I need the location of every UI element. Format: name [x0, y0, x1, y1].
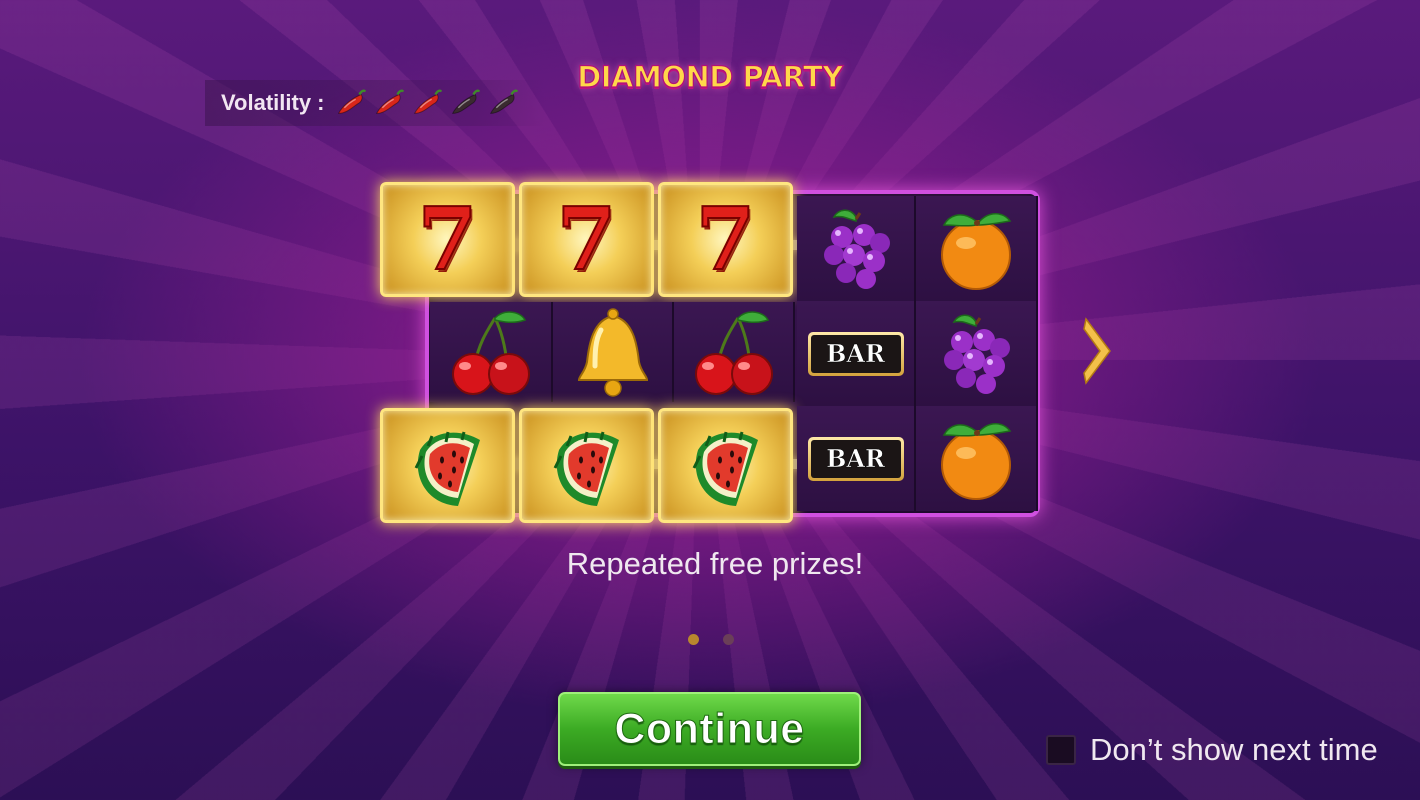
orange-icon — [941, 422, 1011, 500]
orange-icon — [941, 212, 1011, 290]
reel-cell — [380, 408, 515, 523]
caption-text: Repeated free prizes! — [566, 546, 864, 581]
grapes-icon — [822, 208, 891, 290]
reel-cell — [916, 196, 1038, 301]
watermelon-icon — [692, 430, 759, 507]
seven-symbol: 7 — [695, 188, 757, 290]
pagination-dot[interactable] — [723, 634, 734, 645]
pagination-dots — [688, 634, 734, 645]
bar-symbol-text: BAR — [810, 439, 901, 478]
volatility-label: Volatility : — [221, 90, 325, 115]
seven-symbol: 7 — [556, 188, 618, 290]
bar-symbol: BAR — [807, 436, 904, 481]
next-arrow-icon[interactable] — [1080, 315, 1114, 387]
reel-cell — [519, 408, 654, 523]
reel-cell — [658, 408, 793, 523]
reel-cell — [916, 406, 1038, 511]
dont-show-toggle[interactable]: Don’t show next time — [1046, 732, 1378, 768]
chili-pepper-icon — [374, 89, 404, 115]
reel-cell: BAR — [797, 301, 916, 406]
reel-cell — [916, 301, 1038, 406]
seven-symbol: 7 — [417, 188, 479, 290]
bar-symbol: BAR — [807, 331, 904, 376]
dont-show-checkbox[interactable] — [1046, 735, 1076, 765]
dont-show-label: Don’t show next time — [1090, 732, 1378, 767]
watermelon-icon — [414, 430, 481, 507]
reel-cell — [430, 302, 553, 402]
chili-pepper-empty-icon — [450, 89, 480, 115]
bell-icon — [567, 306, 659, 398]
pagination-dot[interactable] — [688, 634, 699, 645]
reel-cell — [674, 302, 795, 402]
chili-pepper-icon — [412, 89, 442, 115]
reel-cell — [797, 196, 916, 301]
game-title: DIAMOND PARTY — [577, 59, 844, 94]
reel-cell: BAR — [797, 406, 916, 511]
cherry-icon — [694, 310, 773, 396]
reel-cell: 7 — [380, 182, 515, 297]
grapes-icon — [942, 313, 1012, 395]
chili-pepper-empty-icon — [488, 89, 518, 115]
reel-cell — [553, 302, 674, 402]
watermelon-icon — [553, 430, 620, 507]
reel-cell: 7 — [519, 182, 654, 297]
volatility-peppers — [333, 88, 523, 118]
cherry-icon — [451, 310, 530, 396]
reel-cell: 7 — [658, 182, 793, 297]
chili-pepper-icon — [336, 89, 366, 115]
continue-button[interactable]: Continue — [558, 692, 861, 766]
bar-symbol-text: BAR — [810, 334, 901, 373]
volatility-indicator: Volatility : — [205, 80, 545, 126]
